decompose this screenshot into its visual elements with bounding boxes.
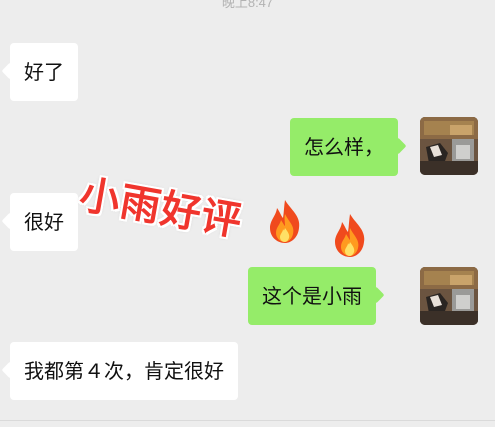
- message-bubble-received[interactable]: 很好: [10, 193, 78, 251]
- message-bubble-received[interactable]: 好了: [10, 43, 78, 101]
- avatar[interactable]: [420, 267, 478, 325]
- avatar[interactable]: [420, 117, 478, 175]
- divider: [0, 420, 495, 421]
- message-bubble-sent[interactable]: 这个是小雨: [248, 267, 376, 325]
- message-text: 怎么样，: [304, 135, 384, 159]
- message-text: 这个是小雨: [262, 284, 362, 308]
- message-text: 我都第４次，肯定很好: [24, 359, 224, 383]
- chat-timestamp: 晚上8:47: [221, 0, 274, 10]
- sticker-caption: 小雨好评: [76, 171, 246, 246]
- message-text: 很好: [24, 210, 64, 234]
- fire-icon: [270, 200, 300, 243]
- message-bubble-received[interactable]: 我都第４次，肯定很好: [10, 342, 238, 400]
- message-text: 好了: [24, 60, 64, 84]
- fire-icon: [335, 214, 365, 257]
- avatar-image: [420, 267, 478, 325]
- avatar-image: [420, 117, 478, 175]
- message-bubble-sent[interactable]: 怎么样，: [290, 118, 398, 176]
